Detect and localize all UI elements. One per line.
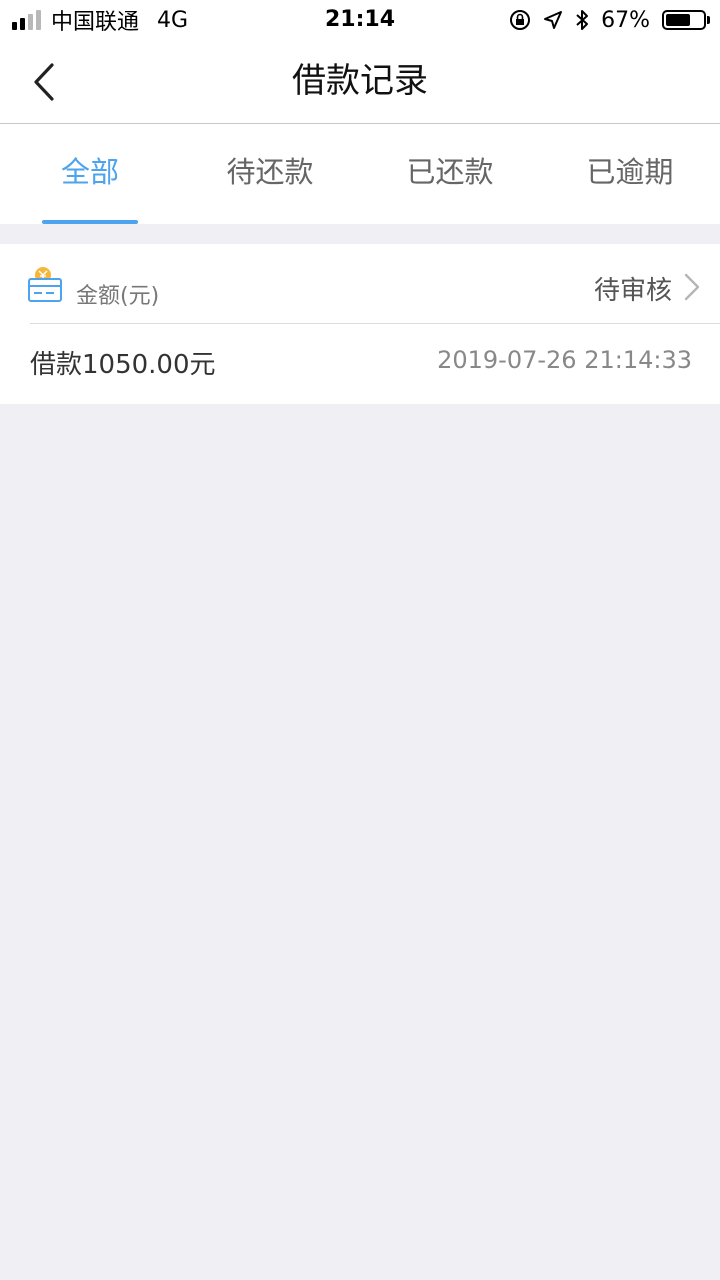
- signal-strength-icon: [12, 10, 41, 30]
- bluetooth-icon: [576, 10, 589, 30]
- status-left: 中国联通 4G: [12, 0, 188, 40]
- carrier-name: 中国联通: [51, 10, 140, 35]
- loan-amount-text: 借款1050.00元: [30, 350, 216, 380]
- battery-percent: 67%: [601, 7, 650, 33]
- tab-overdue[interactable]: 已逾期: [540, 124, 720, 224]
- record-body: 借款1050.00元 2019-07-26 21:14:33: [0, 324, 720, 404]
- loan-timestamp: 2019-07-26 21:14:33: [437, 346, 692, 374]
- active-tab-indicator: [42, 220, 138, 224]
- tab-repaid[interactable]: 已还款: [360, 124, 540, 224]
- tab-label: 已还款: [406, 155, 494, 189]
- battery-icon: [662, 10, 710, 30]
- tab-bar: 全部 待还款 已还款 已逾期: [0, 124, 720, 224]
- status-bar: 中国联通 4G 21:14 67%: [0, 0, 720, 40]
- nav-bar: 借款记录: [0, 40, 720, 124]
- record-header[interactable]: 金额(元) 待审核: [0, 244, 720, 324]
- location-arrow-icon: [544, 11, 563, 29]
- status-right: 67%: [509, 0, 710, 40]
- rotation-lock-icon: [510, 10, 531, 30]
- tab-all[interactable]: 全部: [0, 124, 180, 224]
- wallet-card-icon: [28, 267, 62, 302]
- loan-record-card[interactable]: 金额(元) 待审核 借款1050.00元 2019-07-26 21:14:33: [0, 244, 720, 404]
- amount-label: 金额(元): [76, 284, 160, 309]
- chevron-right-icon: [684, 273, 700, 301]
- tab-label: 全部: [60, 155, 119, 189]
- status-badge: 待审核: [593, 276, 672, 306]
- tab-label: 待还款: [226, 155, 314, 189]
- tab-pending-repayment[interactable]: 待还款: [180, 124, 360, 224]
- tab-label: 已逾期: [586, 155, 674, 189]
- page-title: 借款记录: [292, 61, 428, 101]
- network-type: 4G: [157, 7, 189, 33]
